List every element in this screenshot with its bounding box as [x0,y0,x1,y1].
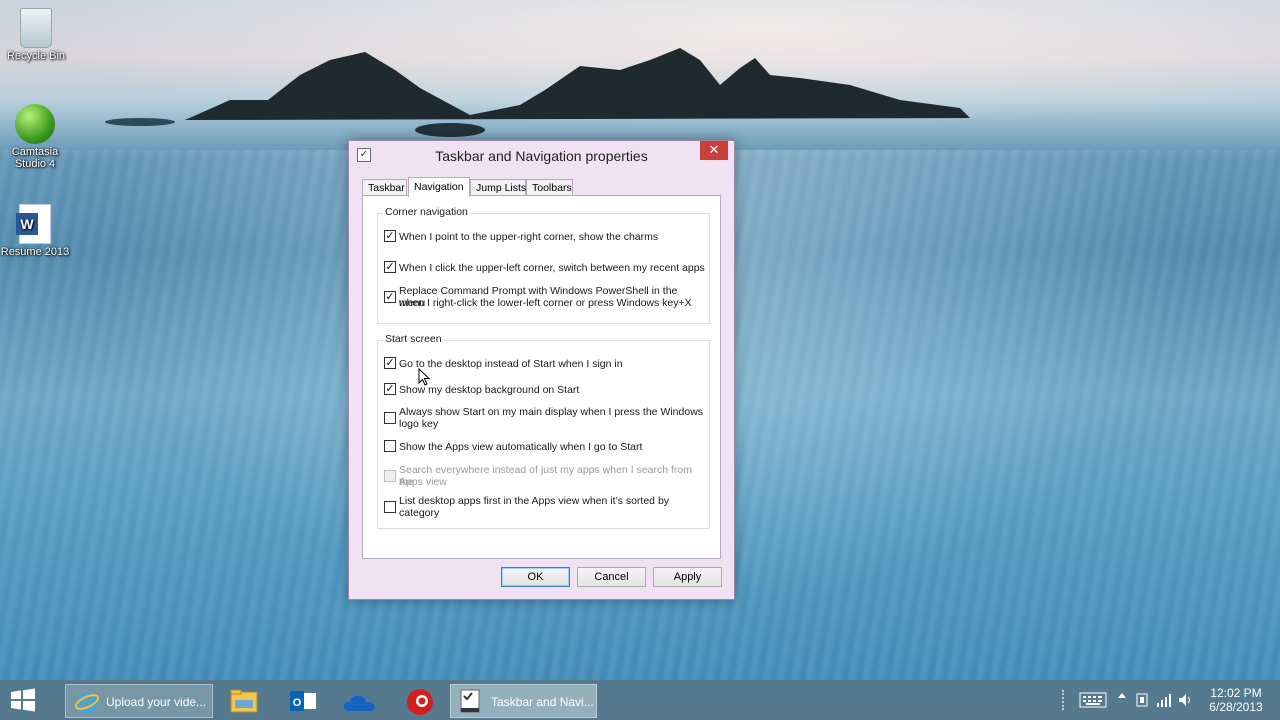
tab-navigation[interactable]: Navigation [408,177,470,197]
cancel-button[interactable]: Cancel [577,567,646,587]
tab-taskbar[interactable]: Taskbar [362,179,407,196]
checkbox-unchecked[interactable] [384,412,396,424]
touch-keyboard-icon[interactable] [1079,692,1107,708]
dialog-title: Taskbar and Navigation properties [435,148,648,164]
taskbar-item-onedrive[interactable] [340,683,380,719]
group-title: Start screen [383,333,444,345]
option-label-line1: List desktop apps first in the Apps view… [399,495,670,507]
option-show-start-main-display[interactable]: Always show Start on my main display whe… [384,406,706,432]
corner-navigation-group: Corner navigation ✓ When I point to the … [377,206,710,324]
option-upper-right-charms[interactable]: ✓ When I point to the upper-right corner… [384,230,706,244]
svg-text:O: O [293,697,302,709]
checkbox-disabled [384,470,396,482]
word-document-icon: W [16,204,51,244]
option-label: When I click the upper-left corner, swit… [399,262,705,274]
option-label-line2: when I right-click the lower-left corner… [399,297,692,309]
clock[interactable]: 12:02 PM 6/28/2013 [1206,686,1266,714]
clock-time: 12:02 PM [1210,686,1262,700]
option-upper-left-recent-apps[interactable]: ✓ When I click the upper-left corner, sw… [384,261,706,275]
checkbox-unchecked[interactable] [384,440,396,452]
option-list-desktop-apps-first[interactable]: List desktop apps first in the Apps view… [384,495,706,521]
navigation-tab-panel: Corner navigation ✓ When I point to the … [362,195,721,559]
checkbox-checked[interactable]: ✓ [384,291,396,303]
recycle-bin-icon [20,8,52,48]
taskbar-item-recorder[interactable] [400,683,440,719]
outlook-icon: O [290,691,316,711]
system-tray: 12:02 PM 6/28/2013 [1050,680,1280,720]
option-apps-view-automatically[interactable]: Show the Apps view automatically when I … [384,440,706,454]
taskbar-item-label: Upload your vide... [106,695,207,709]
option-replace-cmd-powershell[interactable]: ✓ Replace Command Prompt with Windows Po… [384,285,706,311]
option-desktop-background-on-start[interactable]: ✓ Show my desktop background on Start [384,383,706,397]
option-label-line2: Apps view [399,476,447,488]
option-label-line2: logo key [399,418,439,430]
desktop-rocks-silhouette [105,48,970,137]
checkbox-checked[interactable]: ✓ [384,383,396,395]
show-hidden-icons-icon[interactable] [1118,693,1126,698]
desktop-icon-resume[interactable]: W Resume 2013 [0,204,73,258]
option-go-to-desktop[interactable]: ✓ Go to the desktop instead of Start whe… [384,357,706,371]
file-explorer-icon [230,689,258,713]
tab-toolbars[interactable]: Toolbars [526,179,573,196]
taskbar-properties-icon [460,689,480,713]
taskbar-item-file-explorer[interactable] [224,683,264,719]
action-center-flag-icon[interactable] [1134,692,1150,708]
ok-button[interactable]: OK [501,567,570,587]
taskbar-item-internet-explorer[interactable]: Upload your vide... [65,684,213,718]
recorder-icon [407,689,433,715]
close-icon: ✕ [708,142,720,157]
tab-jump-lists[interactable]: Jump Lists [470,179,526,196]
taskbar-item-outlook[interactable]: O [283,683,323,719]
checkbox-checked[interactable]: ✓ [384,230,396,242]
taskbar-item-taskbar-properties[interactable]: Taskbar and Navi... [450,684,597,718]
onedrive-icon [343,695,375,711]
internet-explorer-icon [74,693,100,713]
apply-button[interactable]: Apply [653,567,722,587]
group-title: Corner navigation [383,206,470,218]
option-label-line1: Always show Start on my main display whe… [399,406,704,418]
taskbar-navigation-properties-dialog: ✓ Taskbar and Navigation properties ✕ Ta… [348,140,735,600]
option-label: When I point to the upper-right corner, … [399,231,659,243]
option-label: Go to the desktop instead of Start when … [399,358,623,370]
option-search-everywhere: Search everywhere instead of just my app… [384,464,706,490]
desktop-icon-label: Recycle Bin [6,50,66,62]
taskbar-item-label: Taskbar and Navi... [491,695,594,709]
close-button[interactable]: ✕ [700,141,728,160]
option-label-line2: category [399,507,440,519]
camtasia-icon [15,104,55,144]
volume-icon[interactable] [1178,692,1194,708]
option-label: Show the Apps view automatically when I … [399,441,643,453]
desktop-icon-recycle-bin[interactable]: Recycle Bin [0,8,74,62]
desktop-icon-label: Resume 2013 [0,246,70,258]
desktop-icon-camtasia[interactable]: Camtasia Studio 4 [0,104,73,170]
desktop-icon-label: Camtasia Studio 4 [11,146,59,170]
checkbox-checked[interactable]: ✓ [384,357,396,369]
network-signal-icon[interactable] [1156,692,1172,708]
taskbar: Upload your vide... O Taskbar and Navi..… [0,680,1280,720]
checkbox-unchecked[interactable] [384,501,396,513]
clock-date: 6/28/2013 [1209,700,1263,714]
checkbox-checked[interactable]: ✓ [384,261,396,273]
windows-start-icon[interactable] [8,687,38,713]
mouse-cursor-icon [418,368,430,386]
tray-divider [1062,690,1064,710]
dialog-titlebar[interactable]: ✓ Taskbar and Navigation properties ✕ [349,141,734,171]
